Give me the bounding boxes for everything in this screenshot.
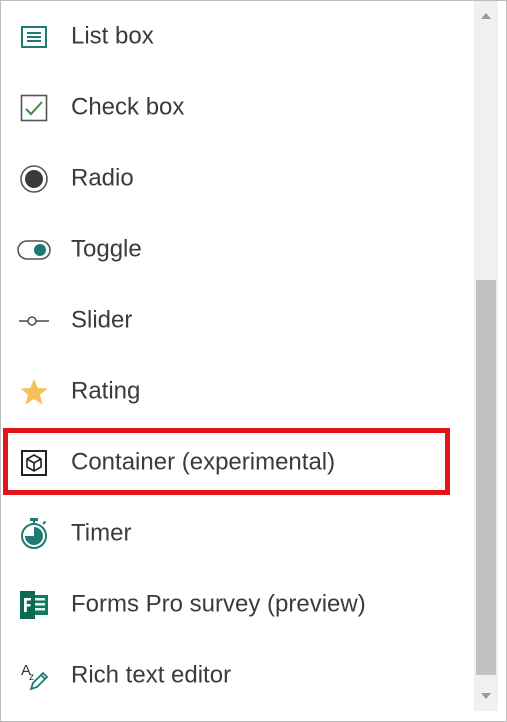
check-box-icon [17,91,51,125]
menu-item-label: Rich text editor [71,660,232,688]
slider-icon [17,304,51,338]
menu-item-label: Timer [71,518,132,546]
menu-item-label: Slider [71,305,133,333]
menu-item-check-box[interactable]: Check box [1,72,471,143]
menu-item-rich-text-editor[interactable]: A z Rich text editor [1,640,471,711]
svg-text:z: z [29,672,34,683]
toggle-icon [17,233,51,267]
menu-item-label: Container (experimental) [71,447,336,475]
menu-item-label: Radio [71,163,134,191]
scroll-up-arrow-icon[interactable] [474,5,498,27]
forms-pro-icon [17,588,51,622]
star-icon [17,375,51,409]
menu-item-timer[interactable]: Timer [1,498,471,569]
menu-item-label: Forms Pro survey (preview) [71,589,366,617]
timer-icon [17,517,51,551]
menu-item-label: List box [71,21,154,49]
list-box-icon [17,20,51,54]
controls-menu: List box Check box Radio Toggle Slider R… [1,1,471,721]
scroll-down-arrow-icon[interactable] [474,685,498,707]
menu-item-rating[interactable]: Rating [1,356,471,427]
rich-text-editor-icon: A z [17,659,51,693]
controls-dropdown-panel: List box Check box Radio Toggle Slider R… [0,0,507,722]
menu-item-forms-pro-survey[interactable]: Forms Pro survey (preview) [1,569,471,640]
menu-item-label: Toggle [71,234,142,262]
menu-item-label: Rating [71,376,141,404]
radio-icon [17,162,51,196]
scrollbar-thumb[interactable] [476,280,496,675]
menu-item-toggle[interactable]: Toggle [1,214,471,285]
vertical-scrollbar[interactable] [474,1,498,711]
menu-item-label: Check box [71,92,185,120]
menu-item-slider[interactable]: Slider [1,285,471,356]
container-icon [17,446,51,480]
menu-item-list-box[interactable]: List box [1,1,471,72]
menu-item-container[interactable]: Container (experimental) [1,427,471,498]
menu-item-radio[interactable]: Radio [1,143,471,214]
